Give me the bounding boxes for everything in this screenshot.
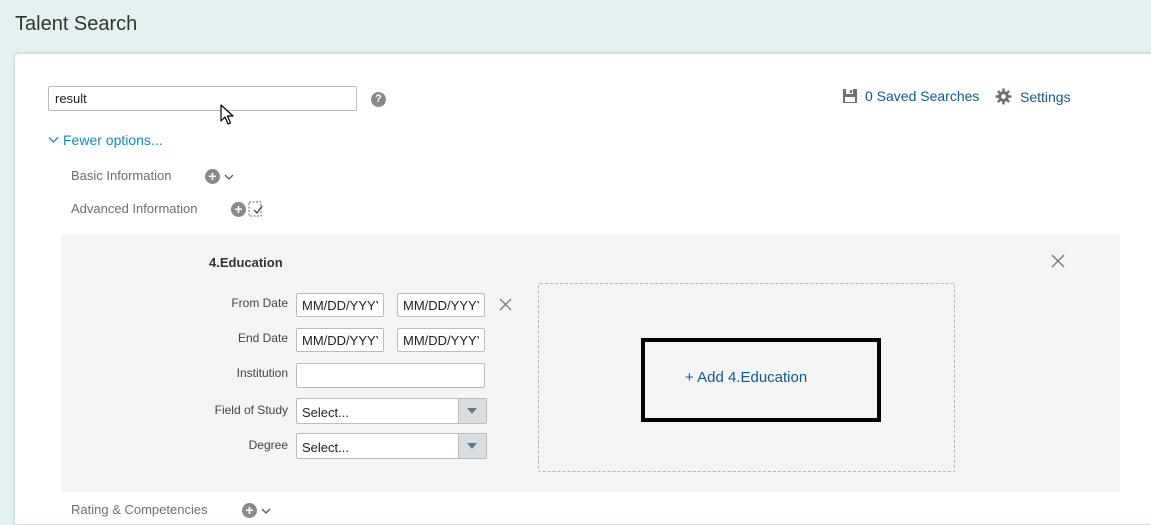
select-fields-icon [248,201,263,217]
fewer-options-label: Fewer options... [63,132,163,148]
rating-competencies-label: Rating & Competencies [71,502,208,517]
saved-searches-link[interactable]: 0 Saved Searches [842,88,979,104]
add-icon: + [242,503,257,518]
add-icon: + [231,202,246,217]
from-date-start-input[interactable] [296,293,384,317]
field-of-study-value: Select... [302,405,349,420]
advanced-information-label: Advanced Information [71,201,198,216]
add-icon: + [205,169,220,184]
gear-icon [995,88,1012,105]
education-title: 4.Education [209,255,283,270]
settings-link[interactable]: Settings [995,88,1071,105]
page-title: Talent Search [15,13,138,35]
close-icon[interactable] [1051,254,1065,268]
end-date-start-input[interactable] [296,328,384,352]
chevron-down-icon [48,137,59,143]
field-of-study-label: Field of Study [214,403,288,417]
from-date-label: From Date [231,296,288,310]
rating-competencies-add-button[interactable]: + [242,503,271,518]
mouse-cursor-icon [220,104,234,125]
advanced-information-add-button[interactable]: + [231,201,264,218]
degree-select[interactable]: Select... [296,433,487,459]
basic-information-label: Basic Information [71,168,172,183]
save-icon [843,89,857,103]
dropdown-arrow-icon [458,399,486,423]
chevron-down-icon [261,508,271,514]
degree-label: Degree [248,438,288,452]
field-of-study-select[interactable]: Select... [296,398,487,424]
search-input[interactable] [48,86,357,111]
saved-searches-label: 0 Saved Searches [865,88,980,104]
end-date-end-input[interactable] [397,328,485,352]
basic-information-add-button[interactable]: + [205,169,234,184]
institution-input[interactable] [296,363,485,388]
settings-label: Settings [1020,88,1071,105]
degree-value: Select... [302,440,349,455]
add-education-label: + Add 4.Education [685,369,808,386]
help-icon[interactable]: ? [371,92,386,107]
dropdown-arrow-icon [458,434,486,458]
chevron-down-icon [224,174,234,180]
close-icon[interactable] [499,298,512,311]
end-date-label: End Date [237,331,288,345]
fewer-options-toggle[interactable]: Fewer options... [48,132,163,148]
add-education-button[interactable]: + Add 4.Education [641,338,881,422]
from-date-end-input[interactable] [397,293,485,317]
institution-label: Institution [236,366,288,380]
